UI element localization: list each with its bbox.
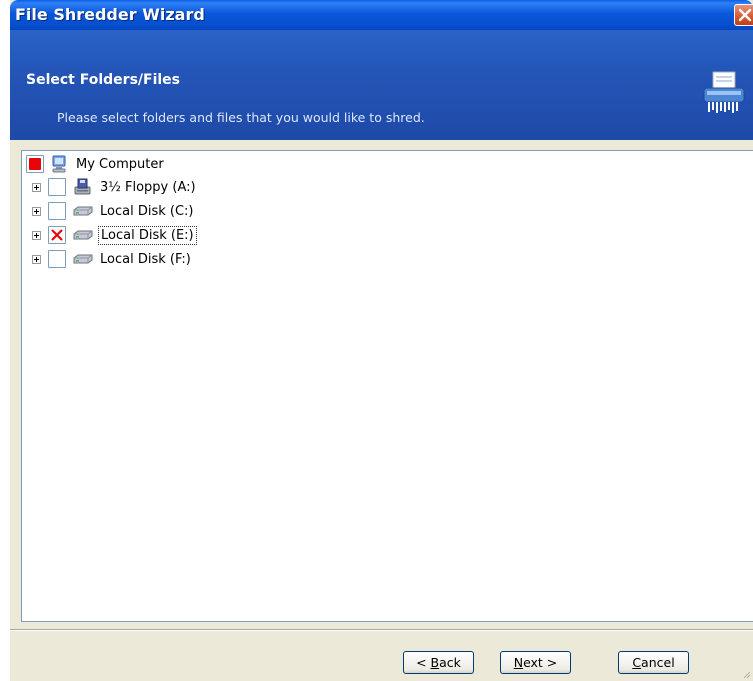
computer-icon: [52, 155, 66, 173]
close-icon: [738, 8, 752, 22]
tree-item-label: My Computer: [76, 157, 164, 172]
expand-toggle-icon[interactable]: [32, 207, 41, 216]
back-button[interactable]: < Back: [403, 651, 474, 674]
step-title: Select Folders/Files: [26, 72, 181, 88]
tree-item-label: 3½ Floppy (A:): [100, 180, 196, 195]
tree-checkbox[interactable]: [48, 226, 66, 244]
tree-checkbox[interactable]: [48, 178, 66, 196]
close-button[interactable]: [734, 4, 753, 26]
title-bar[interactable]: File Shredder Wizard: [10, 0, 753, 30]
cancel-button-label: Cancel: [632, 655, 675, 670]
hard-disk-icon: [73, 254, 93, 264]
x-mark-icon: [51, 229, 63, 241]
next-button[interactable]: Next >: [500, 651, 571, 674]
header-banner: Select Folders/Files Please select folde…: [10, 30, 753, 140]
tree-item-local-disk-f[interactable]: Local Disk (F:): [32, 250, 292, 270]
tree-item-floppy-a[interactable]: 3½ Floppy (A:): [32, 178, 292, 198]
tree-item-local-disk-e[interactable]: Local Disk (E:): [32, 226, 292, 246]
tree-checkbox[interactable]: [48, 250, 66, 268]
tree-checkbox[interactable]: [26, 155, 44, 173]
hard-disk-icon: [73, 206, 93, 216]
hard-disk-icon: [73, 230, 93, 240]
footer-divider: [10, 629, 753, 631]
expand-toggle-icon[interactable]: [32, 255, 41, 264]
tree-item-label: Local Disk (F:): [100, 252, 191, 267]
floppy-drive-icon: [74, 178, 91, 195]
back-button-label: < Back: [416, 655, 461, 670]
wizard-window: File Shredder Wizard Select Folders/File…: [10, 0, 753, 681]
expand-toggle-icon[interactable]: [32, 231, 41, 240]
expand-toggle-icon[interactable]: [32, 183, 41, 192]
window-title: File Shredder Wizard: [15, 5, 205, 24]
resize-grip-icon[interactable]: [741, 669, 751, 679]
tree-item-local-disk-c[interactable]: Local Disk (C:): [32, 202, 292, 222]
tree-item-label: Local Disk (E:): [98, 226, 197, 245]
shredder-icon: [703, 71, 745, 113]
tree-item-label: Local Disk (C:): [100, 204, 194, 219]
tree-checkbox[interactable]: [48, 202, 66, 220]
cancel-button[interactable]: Cancel: [618, 651, 689, 674]
step-description: Please select folders and files that you…: [57, 110, 425, 125]
next-button-label: Next >: [513, 655, 558, 670]
folder-tree[interactable]: My Computer 3½ Floppy (A:) Local Disk (C…: [21, 150, 753, 622]
tree-root-my-computer[interactable]: My Computer: [26, 155, 226, 175]
